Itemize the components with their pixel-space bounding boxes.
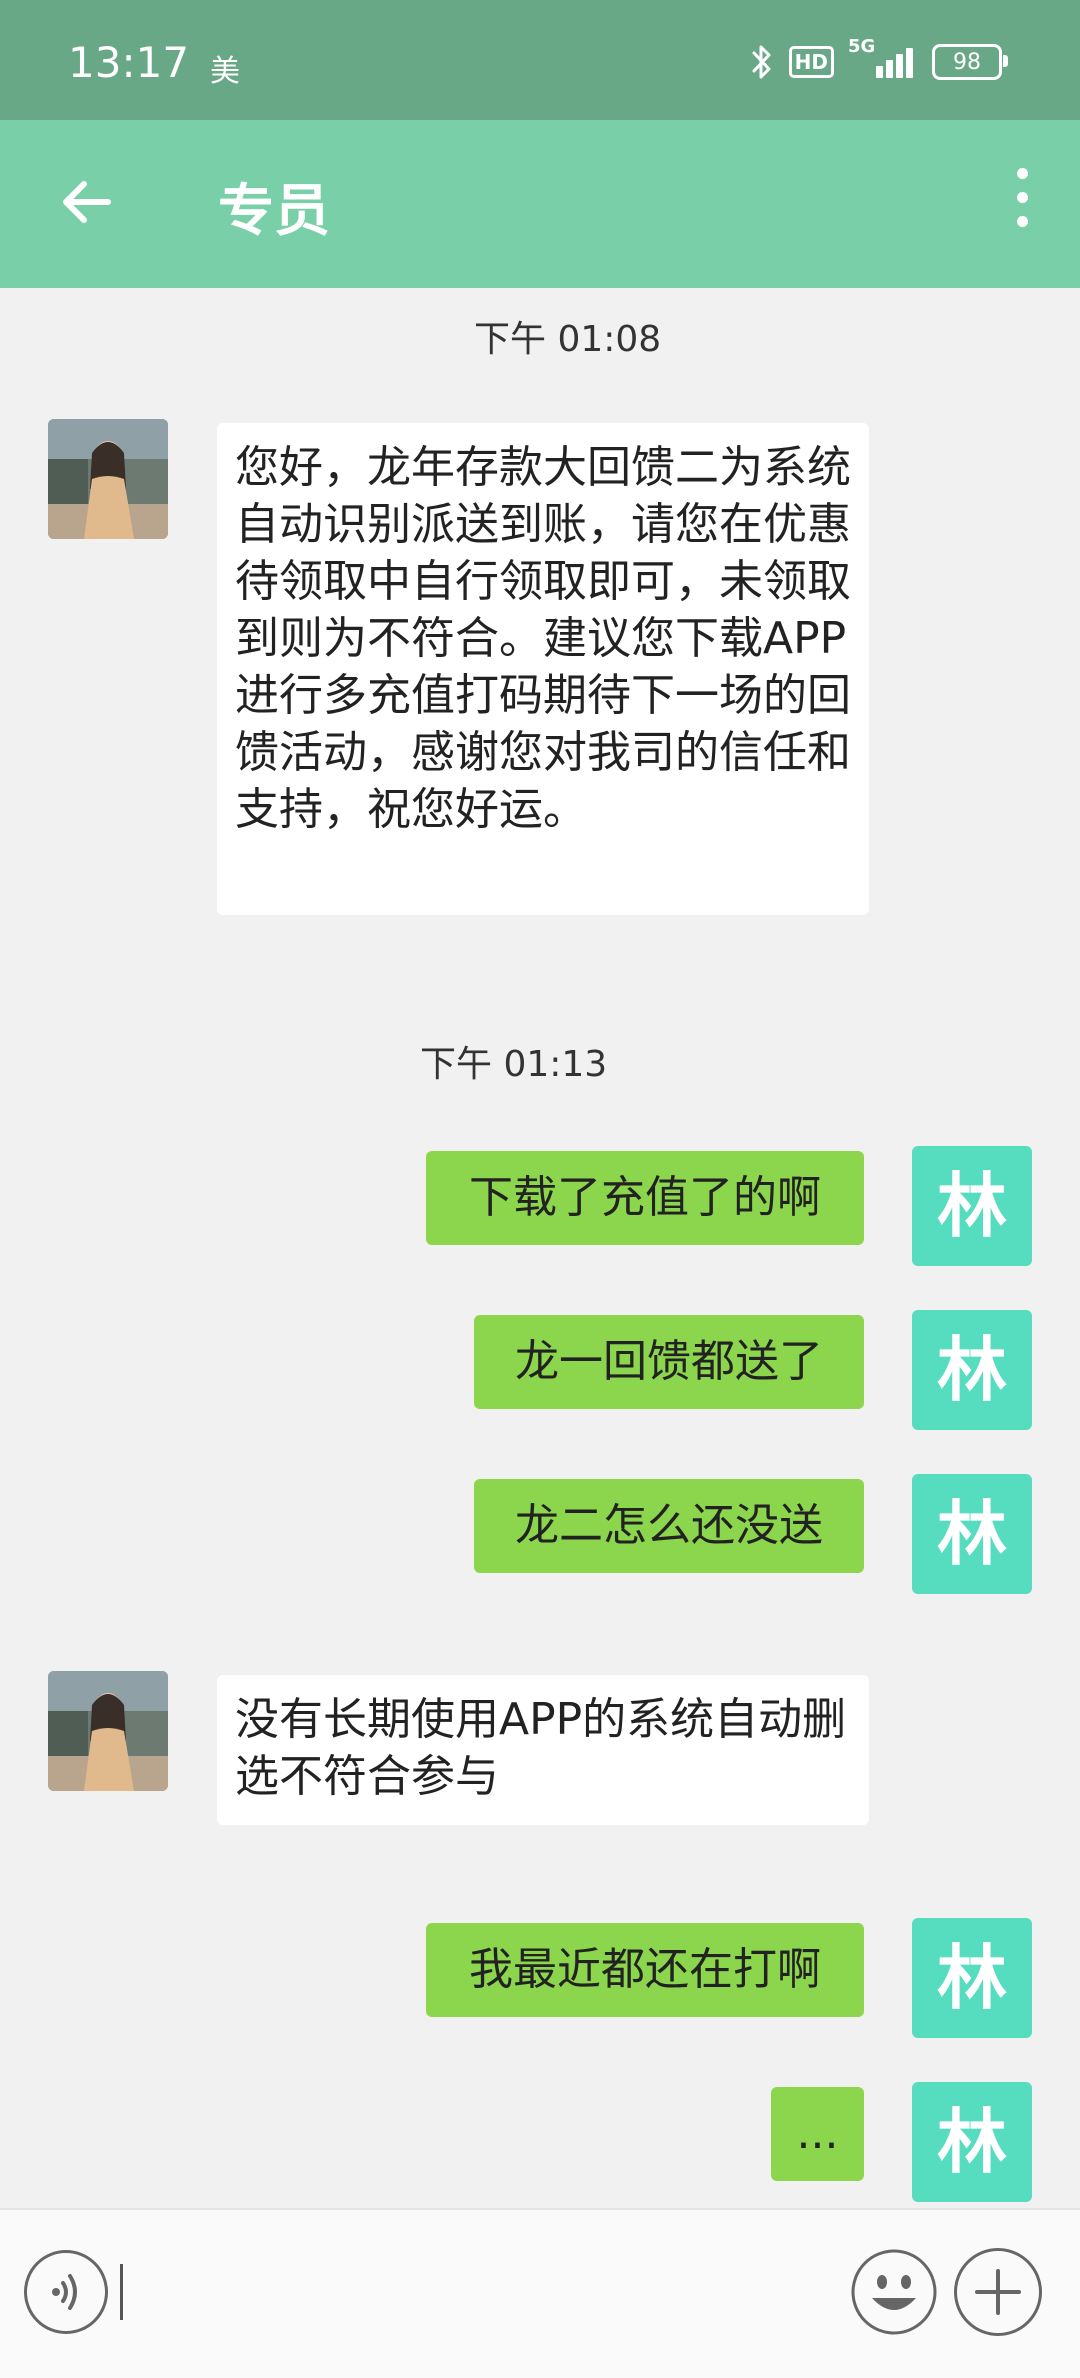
- status-bar: 13:17 美 HD 5G 98: [0, 0, 1080, 120]
- plus-button[interactable]: [954, 2248, 1042, 2336]
- message-bubble-outgoing[interactable]: 龙二怎么还没送: [474, 1479, 864, 1573]
- input-bar: [0, 2208, 1080, 2378]
- timestamp: 下午 01:08: [474, 319, 662, 360]
- user-avatar[interactable]: 林: [912, 1146, 1032, 1266]
- contact-avatar[interactable]: [48, 419, 168, 539]
- back-arrow-icon[interactable]: [56, 172, 116, 232]
- message-bubble-incoming[interactable]: 没有长期使用APP的系统自动删选不符合参与: [217, 1675, 869, 1825]
- message-bubble-outgoing[interactable]: ...: [771, 2087, 864, 2181]
- chat-title: 专员: [218, 179, 330, 244]
- emoji-icon[interactable]: [850, 2248, 938, 2336]
- message-bubble-outgoing[interactable]: 龙一回馈都送了: [474, 1315, 864, 1409]
- timestamp: 下午 01:13: [420, 1044, 608, 1085]
- message-bubble-outgoing[interactable]: 下载了充值了的啊: [426, 1151, 864, 1245]
- user-avatar[interactable]: 林: [912, 1918, 1032, 2038]
- message-bubble-incoming[interactable]: 您好，龙年存款大回馈二为系统自动识别派送到账，请您在优惠待领取中自行领取即可，未…: [217, 423, 869, 915]
- message-input[interactable]: [118, 2250, 842, 2336]
- user-avatar[interactable]: 林: [912, 1474, 1032, 1594]
- carrier-label: 美: [210, 54, 240, 89]
- voice-icon: [52, 2274, 77, 2310]
- message-bubble-outgoing[interactable]: 我最近都还在打啊: [426, 1923, 864, 2017]
- signal-icon: 5G: [848, 36, 918, 82]
- hd-badge: HD: [788, 46, 834, 78]
- user-avatar[interactable]: 林: [912, 2082, 1032, 2202]
- plus-icon: [975, 2269, 1021, 2315]
- battery-level: 98: [953, 49, 981, 75]
- text-cursor: [120, 2264, 123, 2320]
- app-bar: 专员: [0, 120, 1080, 288]
- battery-icon: 98: [932, 44, 1008, 80]
- contact-avatar[interactable]: [48, 1671, 168, 1791]
- more-vert-icon[interactable]: [1004, 160, 1040, 240]
- user-avatar[interactable]: 林: [912, 1310, 1032, 1430]
- voice-button[interactable]: [24, 2250, 108, 2334]
- network-type-label: 5G: [848, 36, 876, 57]
- status-icons: HD 5G 98: [749, 36, 1008, 84]
- bluetooth-icon: [752, 45, 771, 79]
- status-time: 13:17: [68, 38, 190, 87]
